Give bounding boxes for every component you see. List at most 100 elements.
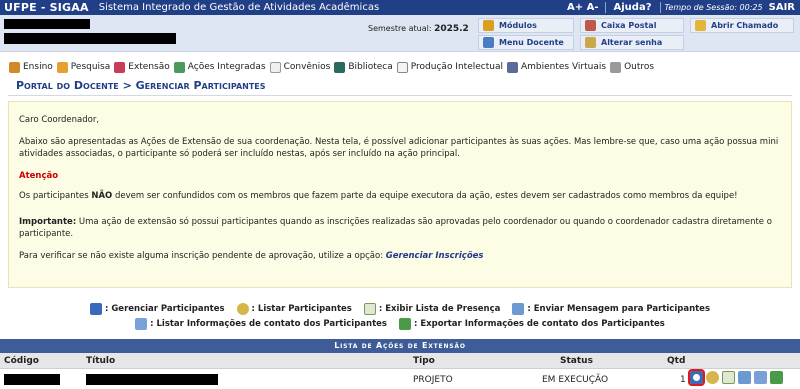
menu-label: Extensão [128,62,170,72]
legend-export-contacts: : Exportar Informações de contato dos Pa… [398,317,665,330]
contact-list-icon [135,317,148,330]
row-qtd: 1 [680,375,686,385]
font-size-controls[interactable]: A+ A- [561,2,605,13]
send-message-icon [512,302,525,315]
current-semester: Semestre atual: 2025.2 [368,24,469,34]
legend-label: : Exibir Lista de Presença [378,303,501,314]
legend-send-message: : Enviar Mensagem para Participantes [512,302,711,315]
help-link[interactable]: Ajuda? [606,2,660,13]
production-icon [396,61,408,73]
logout-link[interactable]: SAIR [767,2,800,13]
manage-participants-button[interactable] [688,369,705,386]
manage-participants-icon [89,302,102,315]
menu-item-ensino[interactable]: Ensino [9,61,53,73]
menu-label: Biblioteca [348,62,393,72]
export-icon [398,317,411,330]
modules-label: Módulos [499,21,537,30]
menu-label: Outros [624,62,655,72]
menu-item-ambientes-virtuais[interactable]: Ambientes Virtuais [506,61,607,73]
table-caption: Lista de Ações de Extensão [0,339,800,353]
breadcrumb-text: Portal do Docente > Gerenciar Participan… [16,79,266,92]
redacted-user-name [4,19,90,29]
menu-item-producao-intelectual[interactable]: Produção Intelectual [396,61,503,73]
export-contacts-button[interactable] [770,371,783,384]
row-tipo: PROJETO [413,375,453,385]
top-bar-right: A+ A- Ajuda? Tempo de Sessão: 00:25 SAIR [561,0,800,15]
legend-label: : Listar Participantes [251,303,352,314]
mailbox-button[interactable]: Caixa Postal [580,18,684,33]
menu-label: Produção Intelectual [410,62,503,72]
redacted-code [4,374,60,385]
menu-item-pesquisa[interactable]: Pesquisa [56,61,111,73]
redacted-title [86,374,218,385]
manage-inscriptions-link[interactable]: Gerenciar Inscrições [386,251,484,261]
manage-participants-icon [693,374,700,381]
user-info-panel: Semestre atual: 2025.2 Módulos Caixa Pos… [0,15,800,52]
legend-manage-participants: : Gerenciar Participantes [89,302,225,315]
attendance-icon [363,302,376,315]
list-participants-button[interactable] [706,371,719,384]
menu-item-convenios[interactable]: Convênios [269,61,331,73]
change-password-button[interactable]: Alterar senha [580,35,684,50]
menu-label: Ações Integradas [187,62,266,72]
virtual-env-icon [506,61,518,73]
instructions-box: Caro Coordenador, Abaixo são apresentada… [8,101,792,288]
semester-label: Semestre atual: [368,24,432,33]
main-menu: Ensino Pesquisa Extensão Ações Integrada… [0,58,800,76]
extension-icon [114,61,126,73]
modules-button[interactable]: Módulos [478,18,574,33]
header-qtd: Qtd [667,356,686,366]
page-title-breadcrumb: Portal do Docente > Gerenciar Participan… [16,79,266,92]
system-brand: UFPE - SIGAA [4,1,89,14]
important-text: Importante: Uma ação de extensão só poss… [19,216,781,240]
send-message-button[interactable] [738,371,751,384]
important-label: Importante: [19,217,77,227]
menu-label: Pesquisa [70,62,111,72]
teacher-menu-label: Menu Docente [499,38,564,47]
session-timer: Tempo de Sessão: 00:25 [660,3,767,12]
menu-label: Ambientes Virtuais [520,62,607,72]
library-icon [334,61,346,73]
mailbox-icon [585,20,596,31]
semester-value: 2025.2 [434,24,469,34]
legend-label: : Listar Informações de contato dos Part… [150,318,387,329]
actions-legend: : Gerenciar Participantes : Listar Parti… [0,301,800,331]
key-icon [585,37,596,48]
menu-item-biblioteca[interactable]: Biblioteca [334,61,393,73]
modules-icon [483,20,494,31]
row-actions [688,369,786,386]
verify-body: Para verificar se não existe alguma insc… [19,251,386,261]
legend-label: : Exportar Informações de contato dos Pa… [413,318,665,329]
warning-bold: NÃO [91,191,113,201]
verify-text: Para verificar se não existe alguma insc… [19,250,781,262]
teaching-icon [9,61,20,73]
menu-icon [483,37,494,48]
system-subtitle: Sistema Integrado de Gestão de Atividade… [98,2,380,13]
header-status: Status [560,356,593,366]
menu-label: Ensino [23,62,53,72]
menu-item-extensao[interactable]: Extensão [114,61,170,73]
contact-info-button[interactable] [754,371,767,384]
open-ticket-button[interactable]: Abrir Chamado [690,18,794,33]
header-titulo: Título [86,356,116,366]
attendance-list-button[interactable] [722,371,735,384]
menu-item-outros[interactable]: Outros [610,61,655,73]
row-status: EM EXECUÇÃO [542,375,609,385]
legend-label: : Enviar Mensagem para Participantes [527,303,711,314]
warning-post: devem ser confundidos com os membros que… [112,191,738,201]
top-bar: UFPE - SIGAA Sistema Integrado de Gestão… [0,0,800,15]
table-header: Código Título Tipo Status Qtd [0,353,800,369]
table-row: PROJETO EM EXECUÇÃO 1 [0,370,800,389]
ticket-icon [695,20,706,31]
attention-heading: Atenção [19,171,59,181]
mailbox-label: Caixa Postal [601,21,657,30]
warning-pre: Os participantes [19,191,92,201]
menu-label: Convênios [283,62,331,72]
important-body: Uma ação de extensão só possui participa… [19,217,772,239]
legend-list-participants: : Listar Participantes [236,302,352,315]
greeting-text: Caro Coordenador, [19,115,100,125]
menu-item-acoes-integradas[interactable]: Ações Integradas [173,61,266,73]
teacher-menu-button[interactable]: Menu Docente [478,35,574,50]
change-password-label: Alterar senha [601,38,663,47]
warning-text: Os participantes NÃO devem ser confundid… [19,190,781,202]
